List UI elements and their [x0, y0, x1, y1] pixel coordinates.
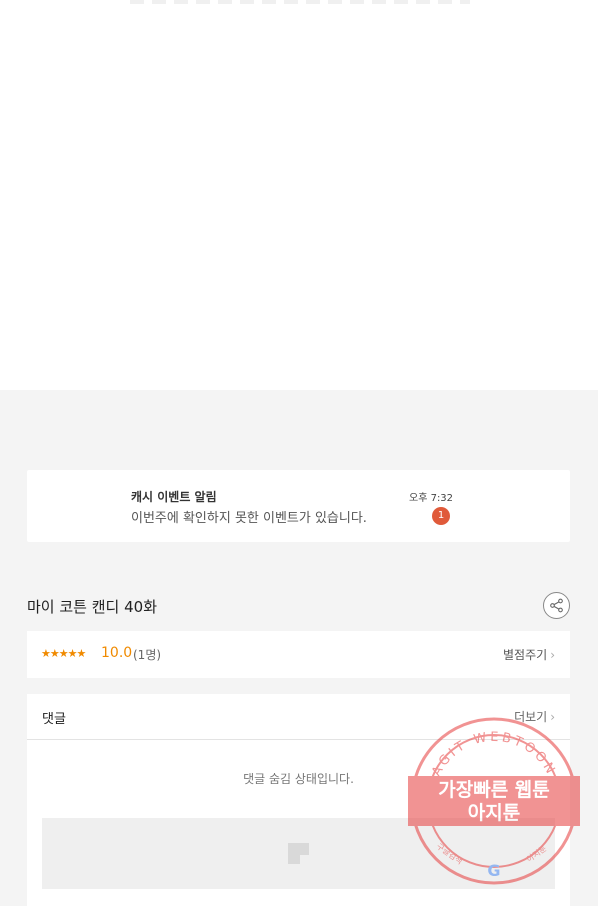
ad-placeholder[interactable]	[42, 818, 555, 889]
notification-badge: 1	[432, 507, 450, 525]
chevron-right-icon: ›	[550, 710, 555, 724]
rating-stars: ★★★★★	[41, 647, 86, 660]
notification-title: 캐시 이벤트 알림	[131, 490, 217, 504]
notification-time: 오후 7:32	[409, 493, 454, 504]
comments-section: 댓글 더보기 › 댓글 숨김 상태입니다.	[27, 694, 570, 906]
share-icon	[550, 598, 563, 613]
rating-count: (1명)	[133, 648, 162, 662]
more-label: 더보기	[514, 710, 548, 724]
share-button[interactable]	[543, 592, 570, 619]
episode-title: 마이 코튼 캔디 40화	[27, 598, 157, 616]
webtoon-content-area	[0, 0, 598, 390]
comments-title: 댓글	[42, 712, 66, 727]
rating-score: 10.0	[101, 645, 133, 661]
more-comments-button[interactable]: 더보기 ›	[514, 708, 555, 725]
rating-bar: ★★★★★ 10.0 (1명) 별점주기 ›	[27, 631, 570, 678]
image-placeholder-icon	[288, 843, 309, 864]
cash-event-notification[interactable]: 캐시 이벤트 알림 이번주에 확인하지 못한 이벤트가 있습니다. 오후 7:3…	[27, 470, 570, 542]
comments-header: 댓글 더보기 ›	[27, 694, 570, 740]
comments-hidden-message: 댓글 숨김 상태입니다.	[243, 772, 354, 786]
content-fragment	[130, 0, 470, 4]
chevron-right-icon: ›	[550, 648, 555, 662]
notification-message: 이번주에 확인하지 못한 이벤트가 있습니다.	[131, 511, 367, 526]
rate-button[interactable]: 별점주기 ›	[503, 646, 555, 663]
rate-button-label: 별점주기	[503, 648, 548, 662]
